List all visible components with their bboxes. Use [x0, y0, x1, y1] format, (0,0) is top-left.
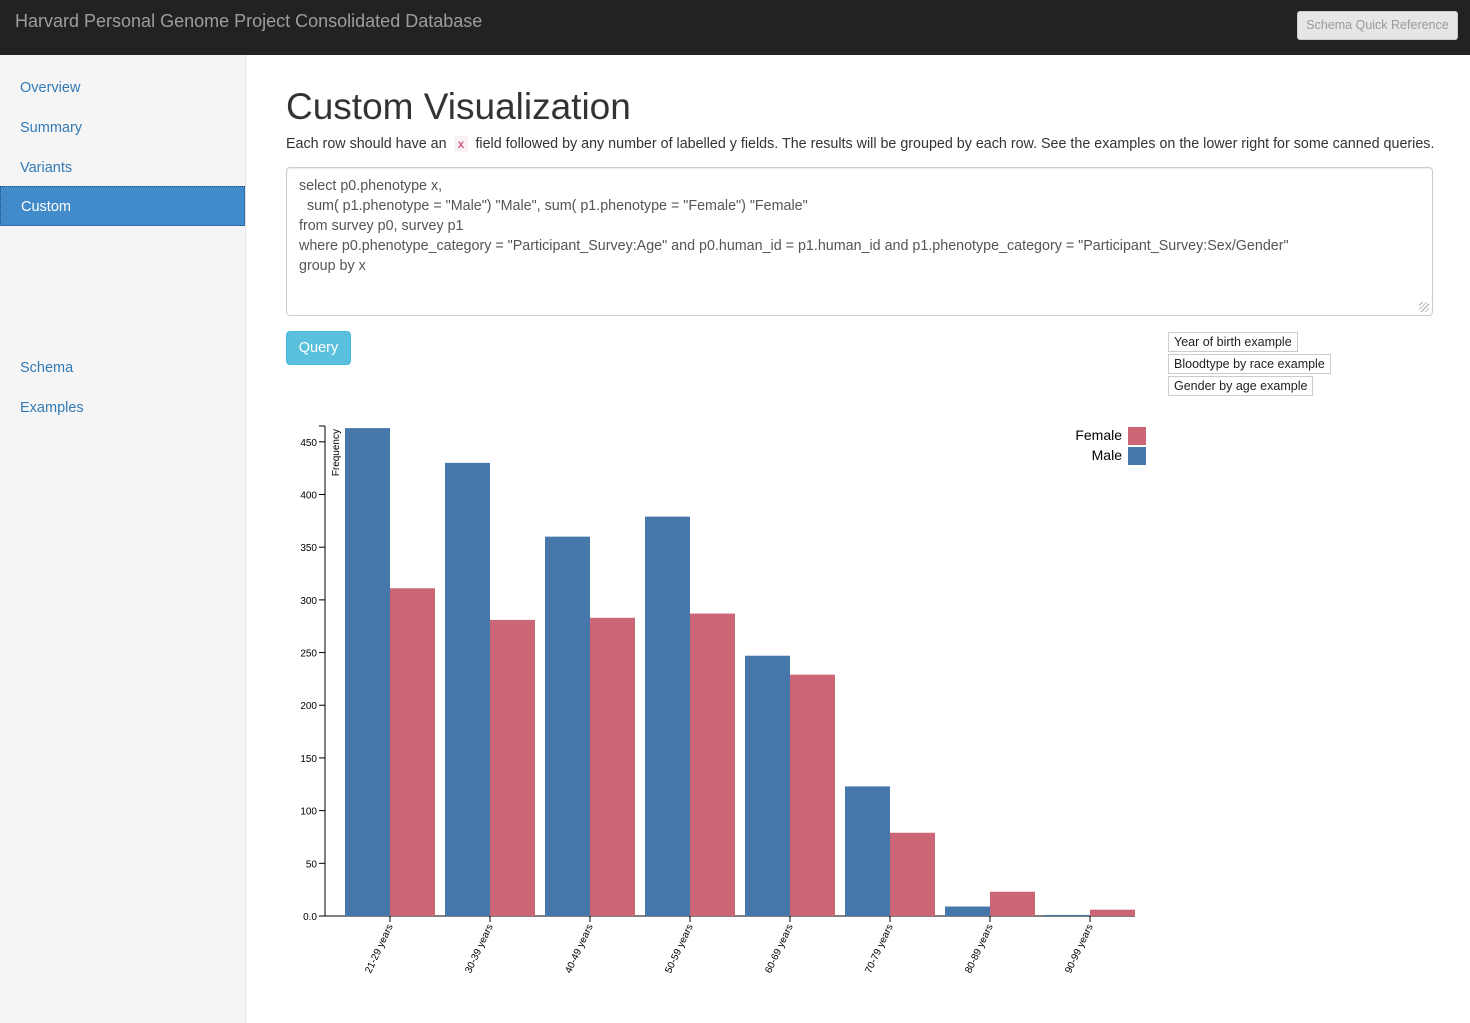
legend-label-female: Female: [1075, 427, 1122, 443]
top-navbar: Harvard Personal Genome Project Consolid…: [0, 0, 1470, 55]
sidebar: Overview Summary Variants Custom Schema …: [0, 55, 246, 1023]
gender-by-age-example-button[interactable]: Gender by age example: [1168, 376, 1314, 396]
page-title: Custom Visualization: [286, 86, 631, 127]
bar-male: [745, 655, 790, 916]
app-title[interactable]: Harvard Personal Genome Project Consolid…: [15, 11, 482, 32]
x-tick-label: 80-89 years: [963, 923, 995, 976]
y-tick-label: 400: [300, 490, 317, 501]
legend-swatch-female: [1128, 427, 1146, 445]
description-text-end: field followed by any number of labelled…: [475, 136, 1435, 152]
description-text-start: Each row should have an: [286, 136, 447, 152]
bar-male: [445, 462, 490, 916]
bar-male: [645, 516, 690, 916]
y-tick-label: 150: [300, 754, 317, 765]
bar-female: [890, 832, 935, 916]
year-of-birth-example-button[interactable]: Year of birth example: [1168, 332, 1298, 352]
sidebar-item-examples[interactable]: Examples: [0, 388, 245, 428]
x-tick-label: 50-59 years: [663, 923, 695, 976]
bar-female: [790, 674, 835, 916]
bar-male: [1045, 914, 1090, 916]
sidebar-item-variants[interactable]: Variants: [0, 148, 245, 188]
bar-female: [1090, 909, 1135, 916]
x-tick-label: 70-79 years: [863, 923, 895, 976]
bar-female: [490, 619, 535, 916]
bar-male: [945, 906, 990, 916]
y-tick-label: 0.0: [303, 912, 317, 923]
legend-swatch-male: [1128, 447, 1146, 465]
page-description: Each row should have an x field followed…: [286, 136, 1434, 152]
bar-male: [345, 428, 390, 916]
x-tick-label: 60-69 years: [763, 923, 795, 976]
bloodtype-by-race-example-button[interactable]: Bloodtype by race example: [1168, 354, 1331, 374]
y-tick-label: 50: [306, 859, 318, 870]
bar-male: [545, 536, 590, 916]
y-tick-label: 200: [300, 701, 317, 712]
x-tick-label: 40-49 years: [563, 923, 595, 976]
schema-quick-reference-button[interactable]: Schema Quick Reference: [1297, 11, 1458, 40]
sidebar-item-custom[interactable]: Custom: [0, 186, 245, 226]
bar-female: [590, 617, 635, 916]
query-textarea[interactable]: select p0.phenotype x, sum( p1.phenotype…: [286, 167, 1433, 316]
x-tick-label: 30-39 years: [463, 923, 495, 976]
bar-female: [690, 613, 735, 916]
y-axis-label: Frequency: [331, 429, 342, 476]
legend-label-male: Male: [1092, 447, 1123, 463]
sidebar-item-schema[interactable]: Schema: [0, 348, 245, 388]
sidebar-item-overview[interactable]: Overview: [0, 68, 245, 108]
y-tick-label: 300: [300, 596, 317, 607]
gender-by-age-bar-chart: 0.0 50 100 150 200 250 300 350 400 450 Frequency 21…: [300, 425, 1146, 976]
y-tick-label: 100: [300, 807, 317, 818]
x-tick-label: 90-99 years: [1063, 923, 1095, 976]
y-tick-label: 450: [300, 438, 317, 449]
x-field-code: x: [453, 136, 469, 152]
sidebar-item-summary[interactable]: Summary: [0, 108, 245, 148]
query-button[interactable]: Query: [286, 331, 351, 365]
bar-female: [390, 588, 435, 916]
y-tick-label: 350: [300, 543, 317, 554]
x-tick-label: 21-29 years: [363, 923, 395, 976]
y-tick-label: 250: [300, 649, 317, 660]
bar-female: [990, 891, 1035, 916]
resize-handle-icon[interactable]: [1419, 302, 1429, 312]
bar-male: [845, 786, 890, 916]
